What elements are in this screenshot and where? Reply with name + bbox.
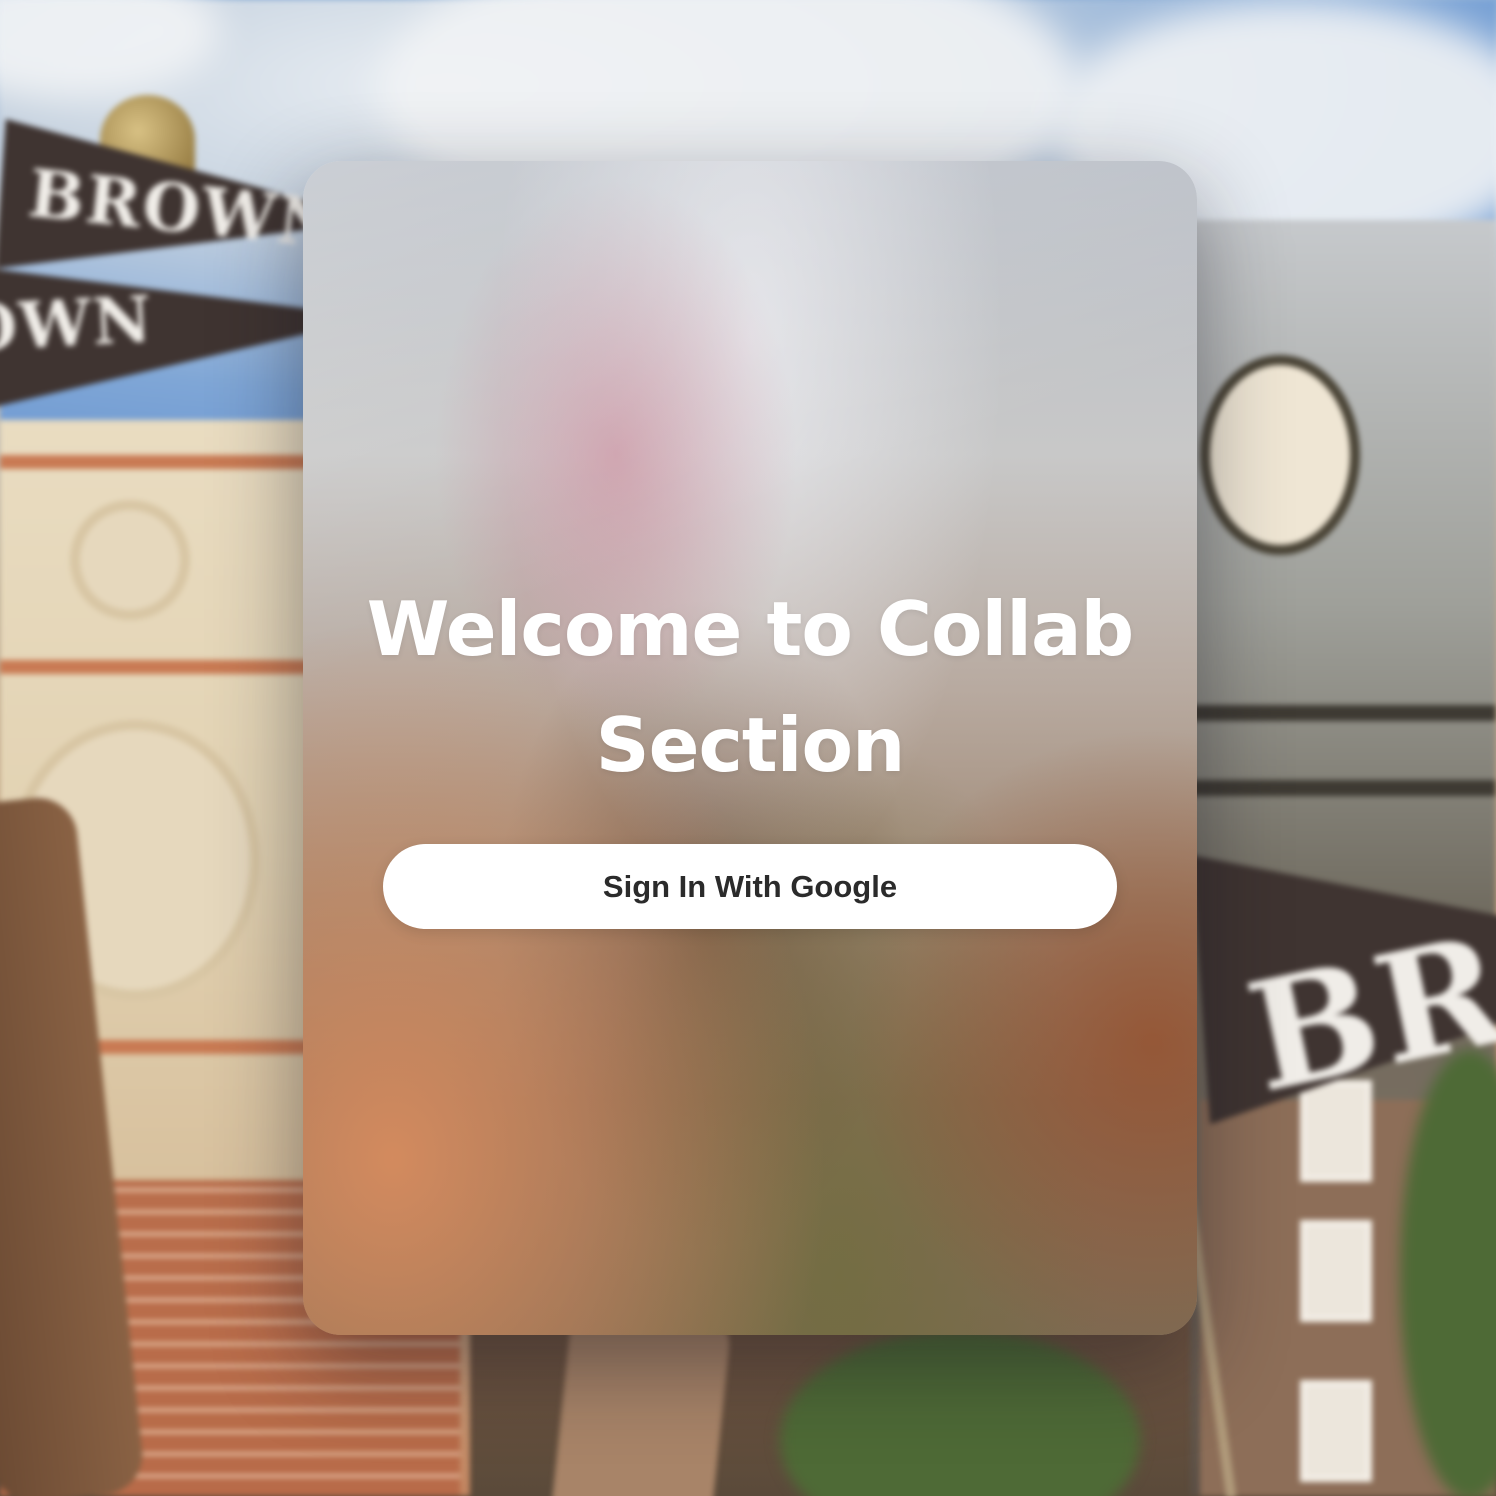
building-window [1300,1220,1372,1322]
gate-bar [1190,780,1496,796]
login-card: Welcome to Collab Section Sign In With G… [303,161,1197,1335]
tree [780,1330,1140,1496]
login-screen: BROWN BROWN BROWN Welcome to Collab Sect… [0,0,1496,1496]
gate-clock [1200,355,1360,555]
card-content: Welcome to Collab Section Sign In With G… [303,161,1197,1335]
tower-medallion [70,500,190,620]
gate-bar [1190,705,1496,721]
sign-in-with-google-button[interactable]: Sign In With Google [383,844,1117,929]
welcome-title: Welcome to Collab Section [366,585,1135,789]
building-window [1300,1380,1372,1482]
